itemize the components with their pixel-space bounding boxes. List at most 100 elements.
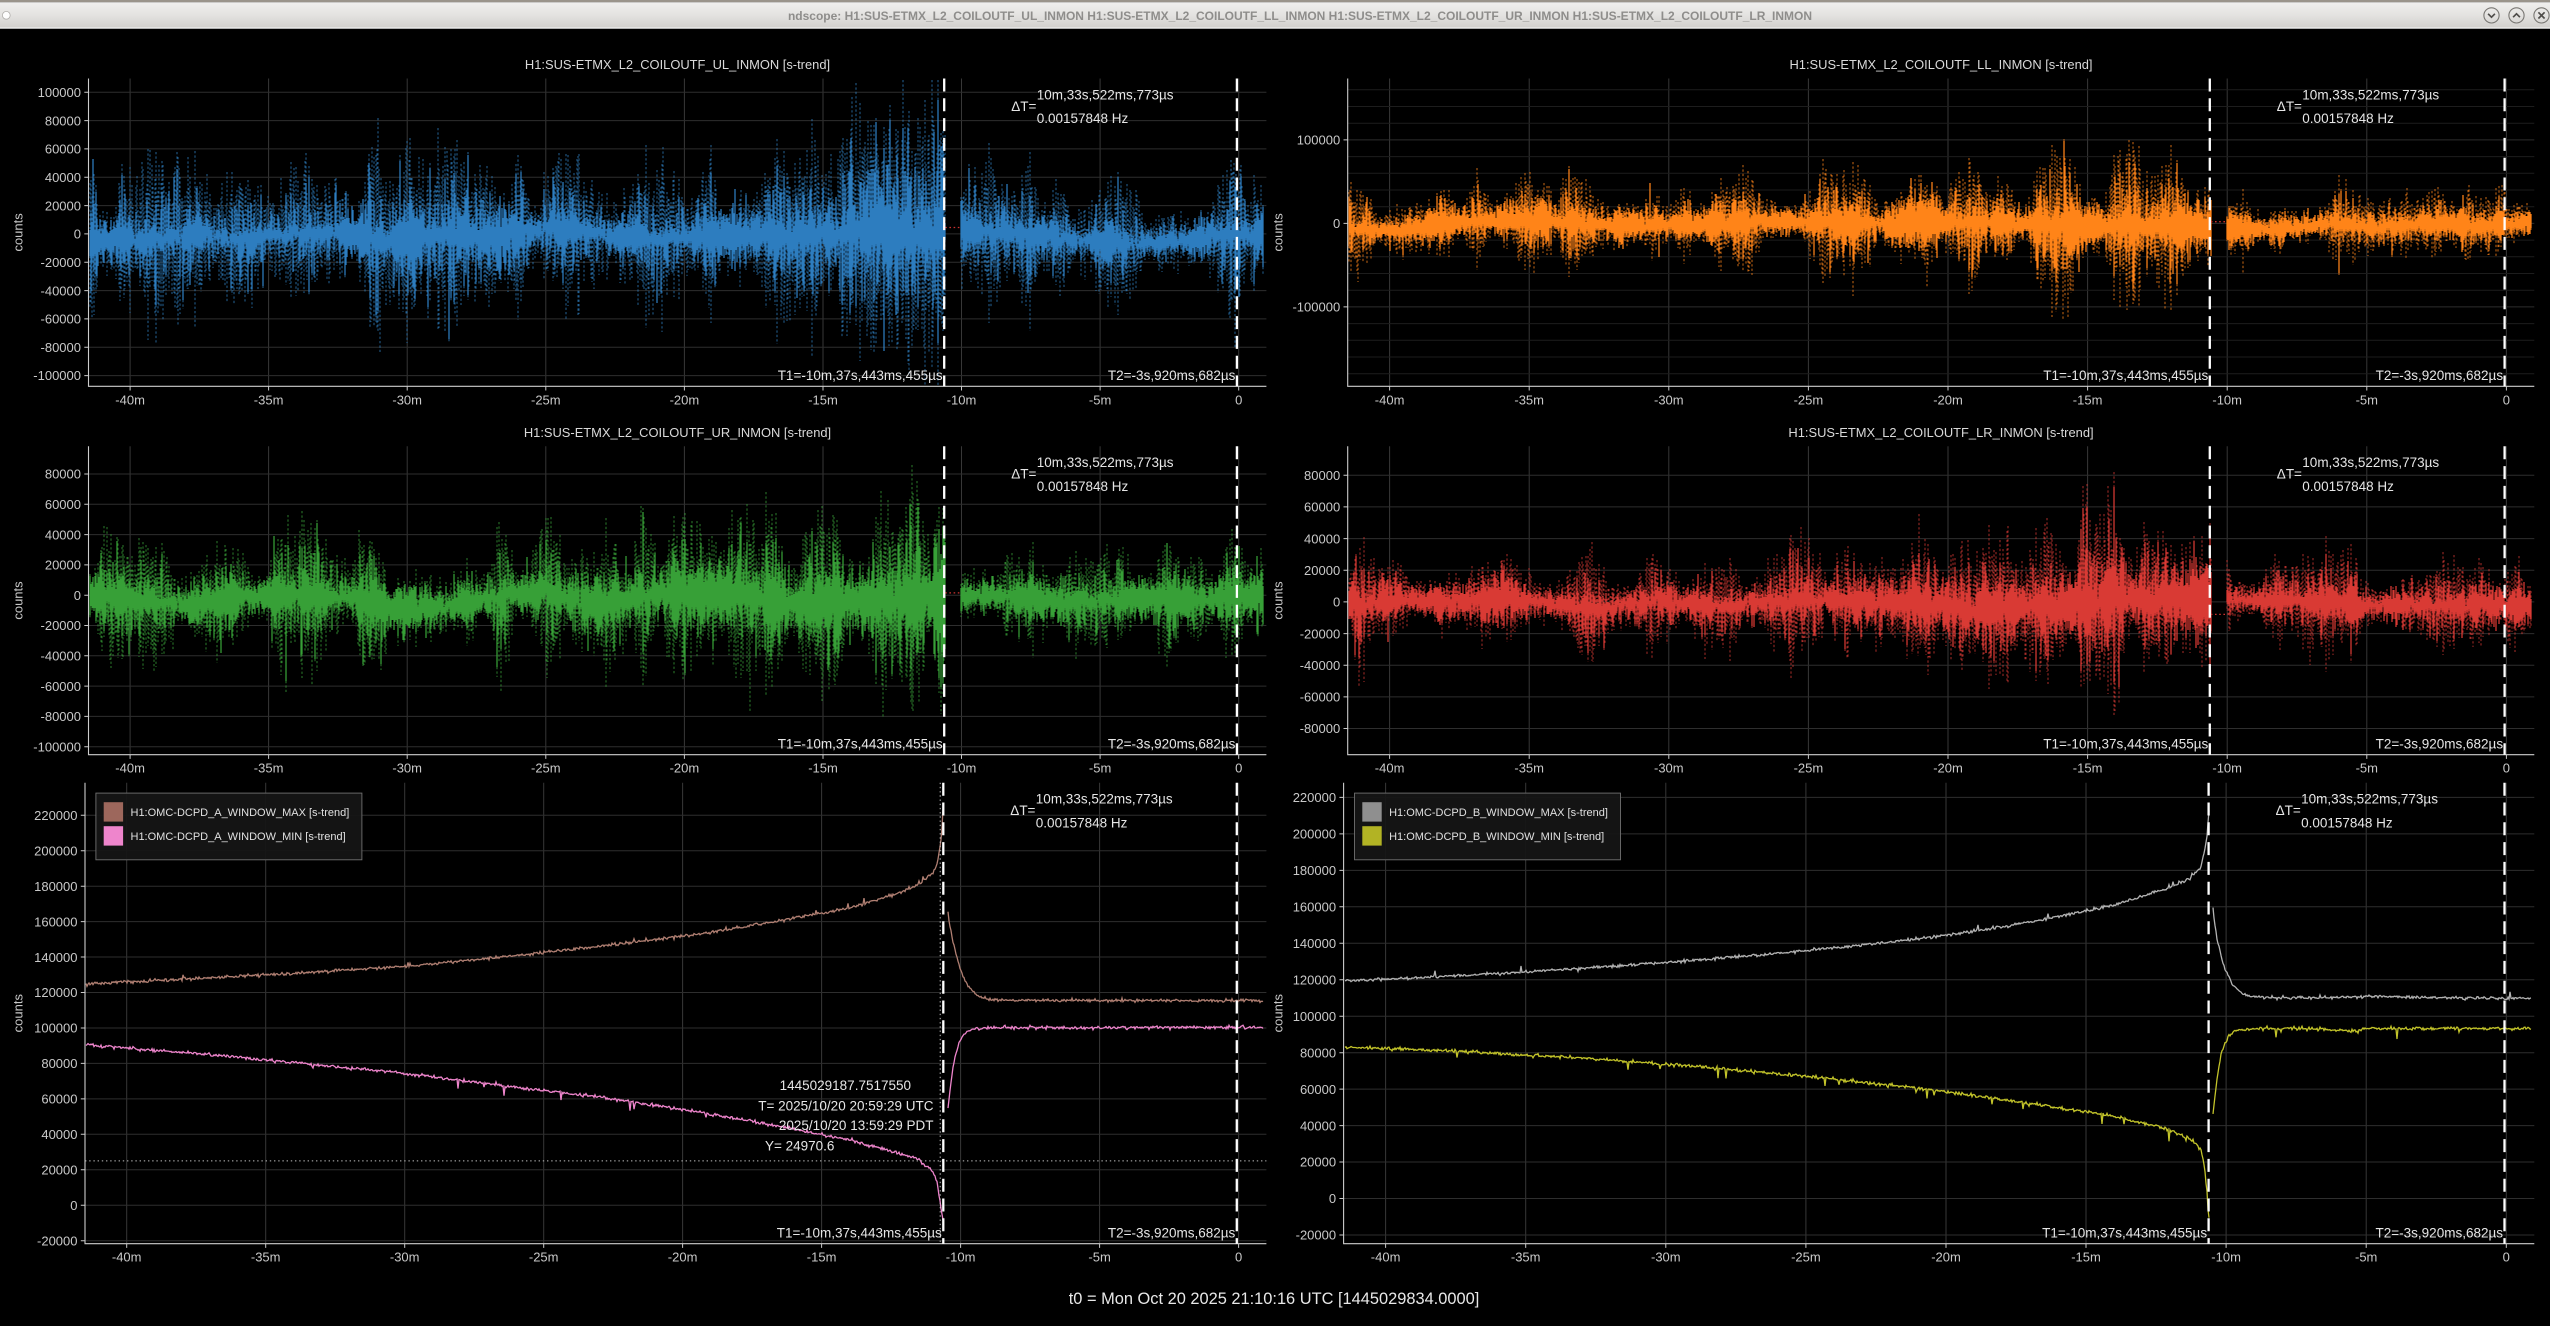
svg-text:ndscope: H1:SUS-ETMX_L2_COILOU: ndscope: H1:SUS-ETMX_L2_COILOUTF_UL_INMO… [788, 9, 1812, 23]
svg-text:0.00157848 Hz: 0.00157848 Hz [1037, 479, 1129, 494]
svg-text:H1:SUS-ETMX_L2_COILOUTF_LL_INM: H1:SUS-ETMX_L2_COILOUTF_LL_INMON [s-tren… [1789, 57, 2092, 72]
svg-text:-10m: -10m [2211, 1250, 2241, 1265]
svg-text:80000: 80000 [41, 1056, 77, 1071]
svg-text:60000: 60000 [45, 142, 81, 157]
svg-text:80000: 80000 [45, 467, 81, 482]
svg-text:100000: 100000 [1297, 133, 1340, 148]
svg-text:counts: counts [1271, 581, 1286, 620]
svg-text:40000: 40000 [1304, 531, 1340, 546]
svg-text:-5m: -5m [1089, 761, 1111, 776]
svg-text:0: 0 [2503, 392, 2510, 407]
svg-text:-40000: -40000 [41, 283, 81, 298]
svg-text:0: 0 [2503, 761, 2510, 776]
svg-text:-35m: -35m [1514, 761, 1544, 776]
svg-text:-35m: -35m [251, 1250, 281, 1265]
svg-text:-60000: -60000 [41, 312, 81, 327]
svg-text:-15m: -15m [2071, 1250, 2101, 1265]
svg-text:160000: 160000 [1293, 900, 1336, 915]
svg-text:T1=-10m,37s,443ms,455µs: T1=-10m,37s,443ms,455µs [2042, 1225, 2207, 1240]
svg-text:220000: 220000 [1293, 790, 1336, 805]
svg-text:counts: counts [11, 213, 26, 252]
svg-text:-20000: -20000 [1300, 626, 1340, 641]
svg-text:-20m: -20m [670, 761, 700, 776]
svg-text:H1:OMC-DCPD_B_WINDOW_MIN [s-tr: H1:OMC-DCPD_B_WINDOW_MIN [s-trend] [1389, 831, 1604, 843]
svg-text:T1=-10m,37s,443ms,455µs: T1=-10m,37s,443ms,455µs [2043, 736, 2208, 751]
svg-text:-30m: -30m [392, 392, 422, 407]
svg-text:180000: 180000 [34, 879, 77, 894]
svg-text:0.00157848 Hz: 0.00157848 Hz [2302, 111, 2394, 126]
svg-text:-80000: -80000 [1300, 721, 1340, 736]
svg-text:-35m: -35m [1514, 392, 1544, 407]
svg-text:T2=-3s,920ms,682µs: T2=-3s,920ms,682µs [1108, 736, 1236, 751]
svg-text:H1:SUS-ETMX_L2_COILOUTF_UR_INM: H1:SUS-ETMX_L2_COILOUTF_UR_INMON [s-tren… [524, 425, 831, 440]
svg-text:-25m: -25m [1794, 392, 1824, 407]
svg-text:ΔT=: ΔT= [2277, 99, 2302, 114]
svg-text:-15m: -15m [2073, 392, 2103, 407]
svg-text:140000: 140000 [1293, 936, 1336, 951]
svg-text:180000: 180000 [1293, 863, 1336, 878]
svg-text:-5m: -5m [2355, 1250, 2377, 1265]
svg-text:20000: 20000 [45, 558, 81, 573]
svg-text:60000: 60000 [1300, 1082, 1336, 1097]
svg-text:40000: 40000 [45, 527, 81, 542]
svg-text:60000: 60000 [41, 1092, 77, 1107]
svg-text:T2=-3s,920ms,682µs: T2=-3s,920ms,682µs [1108, 1225, 1236, 1240]
svg-text:200000: 200000 [1293, 827, 1336, 842]
svg-text:-30m: -30m [390, 1250, 420, 1265]
svg-text:0.00157848 Hz: 0.00157848 Hz [1037, 111, 1129, 126]
svg-text:120000: 120000 [34, 985, 77, 1000]
svg-text:0: 0 [1333, 216, 1340, 231]
svg-text:-20000: -20000 [1296, 1228, 1336, 1243]
svg-text:-25m: -25m [1791, 1250, 1821, 1265]
svg-text:-30m: -30m [392, 761, 422, 776]
svg-text:220000: 220000 [34, 808, 77, 823]
svg-text:0.00157848 Hz: 0.00157848 Hz [2301, 815, 2393, 830]
svg-text:-20m: -20m [1933, 392, 1963, 407]
svg-text:T1=-10m,37s,443ms,455µs: T1=-10m,37s,443ms,455µs [778, 736, 943, 751]
svg-text:120000: 120000 [1293, 972, 1336, 987]
svg-text:T2=-3s,920ms,682µs: T2=-3s,920ms,682µs [2376, 736, 2504, 751]
svg-text:-20m: -20m [1933, 761, 1963, 776]
svg-text:-20000: -20000 [41, 255, 81, 270]
svg-text:-35m: -35m [254, 392, 284, 407]
svg-text:10m,33s,522ms,773µs: 10m,33s,522ms,773µs [1037, 455, 1174, 470]
svg-text:200000: 200000 [34, 843, 77, 858]
svg-text:-40m: -40m [1375, 761, 1405, 776]
svg-text:-5m: -5m [1089, 392, 1111, 407]
svg-text:T2=-3s,920ms,682µs: T2=-3s,920ms,682µs [2376, 1225, 2504, 1240]
svg-text:-25m: -25m [1794, 761, 1824, 776]
svg-text:-15m: -15m [807, 1250, 837, 1265]
svg-text:0: 0 [1235, 1250, 1242, 1265]
svg-text:-40000: -40000 [1300, 658, 1340, 673]
svg-text:-10m: -10m [947, 392, 977, 407]
svg-text:80000: 80000 [1300, 1045, 1336, 1060]
svg-text:-40m: -40m [115, 392, 145, 407]
svg-text:T1=-10m,37s,443ms,455µs: T1=-10m,37s,443ms,455µs [777, 1225, 942, 1240]
svg-text:0: 0 [74, 227, 81, 242]
svg-text:T= 2025/10/20 20:59:29 UTC: T= 2025/10/20 20:59:29 UTC [758, 1099, 933, 1114]
svg-text:Y= 24970.6: Y= 24970.6 [765, 1138, 834, 1153]
svg-text:-100000: -100000 [33, 368, 81, 383]
svg-text:80000: 80000 [45, 113, 81, 128]
svg-text:-60000: -60000 [1300, 690, 1340, 705]
svg-text:T1=-10m,37s,443ms,455µs: T1=-10m,37s,443ms,455µs [778, 368, 943, 383]
svg-text:-40000: -40000 [41, 649, 81, 664]
svg-text:-35m: -35m [254, 761, 284, 776]
svg-text:-10m: -10m [2212, 761, 2242, 776]
svg-text:60000: 60000 [45, 497, 81, 512]
svg-text:0: 0 [2503, 1250, 2510, 1265]
svg-text:80000: 80000 [1304, 468, 1340, 483]
svg-text:-15m: -15m [2073, 761, 2103, 776]
svg-text:2025/10/20 13:59:29 PDT: 2025/10/20 13:59:29 PDT [779, 1118, 934, 1133]
svg-text:-60000: -60000 [41, 679, 81, 694]
svg-text:10m,33s,522ms,773µs: 10m,33s,522ms,773µs [1037, 87, 1174, 102]
svg-text:0: 0 [1235, 761, 1242, 776]
svg-text:20000: 20000 [1304, 563, 1340, 578]
svg-text:-30m: -30m [1654, 392, 1684, 407]
svg-text:-15m: -15m [808, 761, 838, 776]
svg-text:T2=-3s,920ms,682µs: T2=-3s,920ms,682µs [1108, 368, 1236, 383]
svg-text:-100000: -100000 [33, 739, 81, 754]
svg-text:ΔT=: ΔT= [2276, 803, 2301, 818]
svg-text:-10m: -10m [946, 1250, 976, 1265]
svg-text:0: 0 [1329, 1191, 1336, 1206]
